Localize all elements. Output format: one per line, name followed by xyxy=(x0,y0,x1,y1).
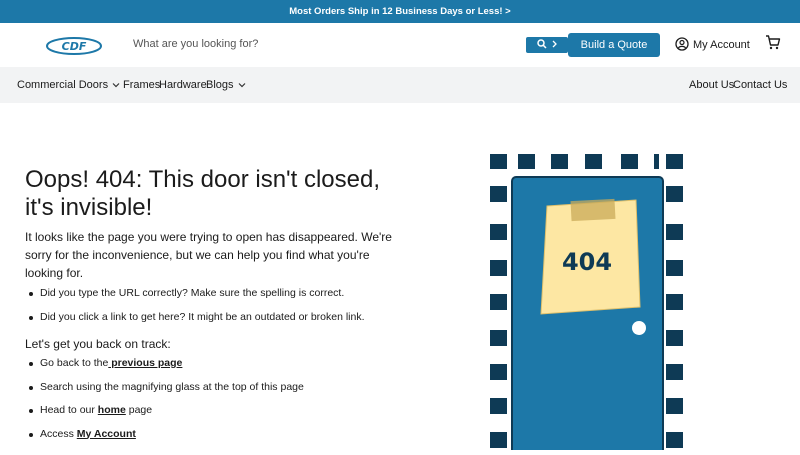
nav-label: About Us xyxy=(689,79,735,91)
nav-item-commercial-doors[interactable]: Commercial Doors xyxy=(17,79,121,91)
list-item: Did you type the URL correctly? Make sur… xyxy=(25,287,405,311)
promo-text[interactable]: Most Orders Ship in 12 Business Days or … xyxy=(289,6,510,17)
back-on-track-heading: Let's get you back on track: xyxy=(25,337,171,351)
logo-text: CDF xyxy=(62,40,87,53)
nav-label: Blogs xyxy=(206,79,234,91)
list-item: Head to our home page xyxy=(25,404,405,428)
note-404-text: 404 xyxy=(562,248,612,276)
nav-item-contact-us[interactable]: Contact Us xyxy=(733,79,787,91)
error-intro: It looks like the page you were trying t… xyxy=(25,230,392,280)
error-content: Oops! 404: This door isn't closed, it's … xyxy=(25,166,405,451)
search-icon xyxy=(536,38,547,52)
steps-list: Go back to the previous page Search usin… xyxy=(25,357,405,451)
home-link[interactable]: home xyxy=(98,404,126,416)
build-quote-button[interactable]: Build a Quote xyxy=(568,33,660,57)
step-text: Head to our xyxy=(40,404,98,416)
nav-label: Commercial Doors xyxy=(17,79,109,91)
search-input[interactable]: What are you looking for? xyxy=(133,38,258,50)
nav-item-about-us[interactable]: About Us xyxy=(689,79,734,91)
cart-icon xyxy=(765,35,781,55)
step-text: Go back to the xyxy=(40,357,109,369)
sticky-note: 404 xyxy=(540,198,641,315)
nav-item-hardware[interactable]: Hardware xyxy=(159,79,207,91)
cart-button[interactable] xyxy=(760,33,786,57)
page-title: Oops! 404: This door isn't closed, it's … xyxy=(25,166,380,221)
list-item: Did you click a link to get here? It mig… xyxy=(25,311,405,335)
nav-label: Contact Us xyxy=(733,79,788,91)
nav-label: Hardware xyxy=(159,79,207,91)
step-text: Search using the magnifying glass at the… xyxy=(40,380,304,393)
build-quote-label: Build a Quote xyxy=(580,39,648,51)
user-icon xyxy=(675,36,689,54)
door-illustration: 404 xyxy=(488,152,688,455)
list-item: Search using the magnifying glass at the… xyxy=(25,381,405,405)
chevron-right-icon xyxy=(552,40,558,51)
main-nav: Commercial Doors Frames Hardware Blogs A… xyxy=(0,67,800,103)
chevron-down-icon xyxy=(112,83,120,88)
check-list: Did you type the URL correctly? Make sur… xyxy=(25,287,405,335)
chevron-down-icon xyxy=(238,83,245,88)
step-text: Access xyxy=(40,427,77,440)
my-account-link[interactable]: My Account xyxy=(77,428,136,440)
nav-item-blogs[interactable]: Blogs xyxy=(206,79,247,91)
my-account-button[interactable]: My Account xyxy=(671,33,751,57)
promo-banner[interactable]: Most Orders Ship in 12 Business Days or … xyxy=(0,0,800,23)
nav-item-frames[interactable]: Frames xyxy=(123,79,160,91)
search-button[interactable] xyxy=(526,37,568,53)
cdf-logo[interactable]: CDF xyxy=(46,36,102,56)
my-account-label: My Account xyxy=(693,39,750,51)
previous-page-link[interactable]: previous page xyxy=(108,357,182,369)
nav-label: Frames xyxy=(123,79,161,91)
door-knob xyxy=(632,321,646,335)
list-item: Access My Account xyxy=(25,428,405,452)
list-item: Go back to the previous page xyxy=(25,357,405,381)
step-text: page xyxy=(125,404,153,416)
